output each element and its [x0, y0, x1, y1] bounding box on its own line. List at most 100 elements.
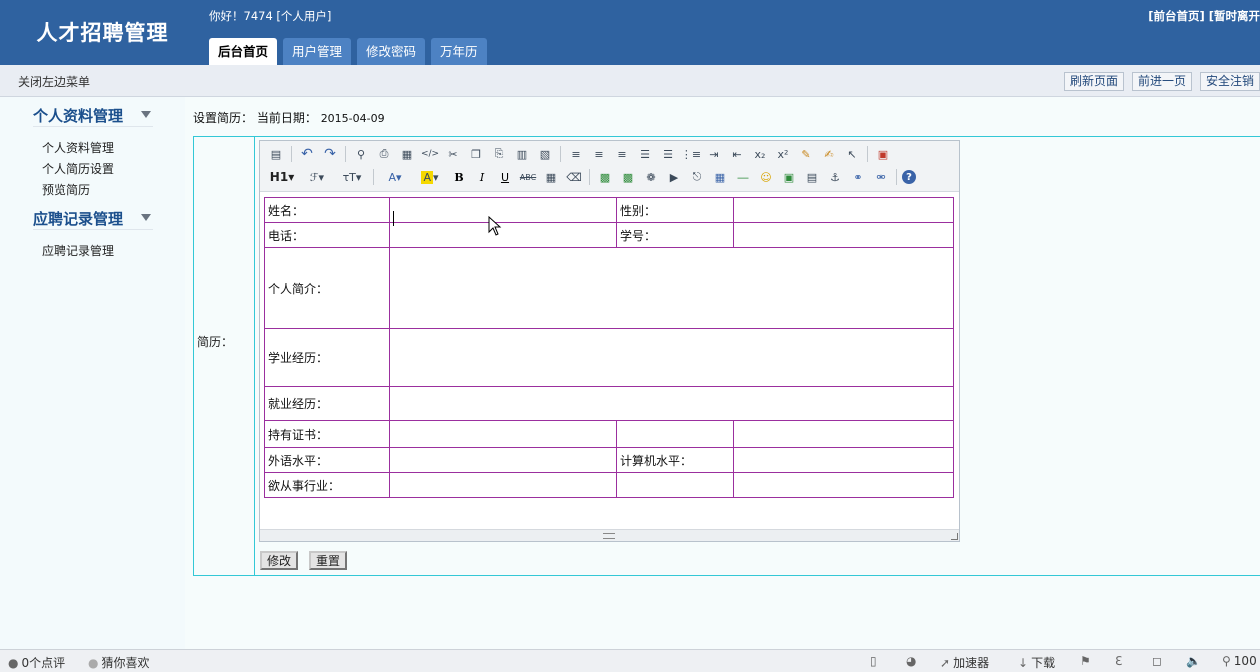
industry-cell[interactable] — [389, 472, 617, 498]
sidebar-item-preview-resume[interactable]: 预览简历 — [42, 181, 90, 198]
paste-text-icon[interactable]: ▥ — [512, 144, 532, 164]
image-icon[interactable]: ▩ — [595, 167, 615, 187]
align-center-icon[interactable]: ≡ — [589, 144, 609, 164]
reset-button[interactable]: 重置 — [309, 551, 348, 570]
paste-word-icon[interactable]: ▧ — [535, 144, 555, 164]
certificates-extra-cell-2[interactable] — [733, 420, 954, 448]
italic-icon[interactable]: I — [472, 167, 492, 187]
gender-cell[interactable] — [733, 197, 954, 223]
multi-image-icon[interactable]: ▩ — [618, 167, 638, 187]
sidebar-section-profile[interactable]: 个人资料管理 — [33, 105, 153, 127]
select-all-icon[interactable]: ↖ — [842, 144, 862, 164]
comments-button[interactable]: ● 0个点评 — [8, 654, 65, 671]
close-left-menu-link[interactable]: 关闭左边菜单 — [18, 73, 90, 90]
speed-dial-icon[interactable]: ◕ — [906, 654, 919, 668]
line-height-icon[interactable]: ▦ — [541, 167, 561, 187]
sidebar-item-profile[interactable]: 个人资料管理 — [42, 139, 114, 156]
underline-icon[interactable]: U — [495, 167, 515, 187]
outdent-icon[interactable]: ⇤ — [727, 144, 747, 164]
table-icon[interactable]: ▦ — [710, 167, 730, 187]
tab-calendar[interactable]: 万年历 — [431, 38, 487, 65]
sidebar-item-application-records[interactable]: 应聘记录管理 — [42, 242, 114, 259]
flag-icon[interactable]: ⚑ — [1080, 654, 1094, 668]
accelerator-button[interactable]: ➚ 加速器 — [940, 654, 989, 671]
help-icon[interactable]: ? — [902, 170, 916, 184]
redo-icon[interactable]: ↷ — [320, 144, 340, 164]
indent-icon[interactable]: ⇥ — [704, 144, 724, 164]
tab-user-management[interactable]: 用户管理 — [283, 38, 352, 65]
flash-icon[interactable]: ❁ — [641, 167, 661, 187]
map-icon[interactable]: ▣ — [779, 167, 799, 187]
template-icon[interactable]: ▦ — [397, 144, 417, 164]
window-icon[interactable]: ◻ — [1152, 654, 1165, 668]
code-icon[interactable]: </> — [420, 144, 440, 164]
clear-format-icon[interactable]: ✎ — [796, 144, 816, 164]
attachment-icon[interactable]: ⎋ — [687, 167, 707, 187]
comments-text: 0个点评 — [21, 656, 66, 670]
emoticon-icon[interactable]: ☺ — [756, 167, 776, 187]
ordered-list-icon[interactable]: ☰ — [658, 144, 678, 164]
download-button[interactable]: ↓ 下载 — [1018, 654, 1055, 671]
speaker-icon[interactable]: 🔈 — [1186, 654, 1204, 668]
leave-link[interactable]: [暂时离开 — [1209, 9, 1260, 23]
page-break-icon[interactable]: ▤ — [802, 167, 822, 187]
quick-format-icon[interactable]: ✍ — [819, 144, 839, 164]
remove-format-icon[interactable]: ⌫ — [564, 167, 584, 187]
source-icon[interactable]: ▤ — [266, 144, 286, 164]
fullscreen-icon[interactable]: ▣ — [873, 144, 893, 164]
heading-icon[interactable]: H1 ▾ — [266, 167, 298, 187]
font-color-icon[interactable]: A▾ — [379, 167, 411, 187]
phone-icon[interactable]: ▯ — [870, 654, 880, 668]
font-size-icon[interactable]: τT▾ — [336, 167, 368, 187]
recommend-button[interactable]: ● 猜你喜欢 — [88, 654, 150, 671]
student-id-cell[interactable] — [733, 222, 954, 248]
name-cell[interactable] — [389, 197, 617, 223]
anchor-icon[interactable]: ⚓ — [825, 167, 845, 187]
subscript-icon[interactable]: x₂ — [750, 144, 770, 164]
front-home-link[interactable]: [前台首页] — [1148, 9, 1205, 23]
logout-button[interactable]: 安全注销 — [1199, 72, 1260, 91]
unlink-icon[interactable]: ⚮ — [871, 167, 891, 187]
education-cell[interactable] — [389, 328, 954, 387]
align-right-icon[interactable]: ≡ — [612, 144, 632, 164]
intro-cell[interactable] — [389, 247, 954, 329]
undo-icon[interactable]: ↶ — [297, 144, 317, 164]
phone-cell[interactable] — [389, 222, 617, 248]
computer-cell[interactable] — [733, 447, 954, 473]
align-left-icon[interactable]: ≡ — [566, 144, 586, 164]
submit-button[interactable]: 修改 — [260, 551, 299, 570]
industry-extra-cell-2[interactable] — [733, 472, 954, 498]
zoom-control[interactable]: ⚲ 100 — [1222, 654, 1257, 668]
certificates-extra-cell[interactable] — [616, 420, 734, 448]
sidebar-section-applications[interactable]: 应聘记录管理 — [33, 208, 153, 230]
superscript-icon[interactable]: x² — [773, 144, 793, 164]
unordered-list-icon[interactable]: ⋮≡ — [681, 144, 701, 164]
tab-change-password[interactable]: 修改密码 — [357, 38, 426, 65]
refresh-page-button[interactable]: 刷新页面 — [1063, 72, 1124, 91]
link-icon[interactable]: ⚭ — [848, 167, 868, 187]
justify-icon[interactable]: ☰ — [635, 144, 655, 164]
sidebar-item-resume-settings[interactable]: 个人简历设置 — [42, 160, 114, 177]
media-icon[interactable]: ▶ — [664, 167, 684, 187]
font-family-icon[interactable]: ℱ▾ — [301, 167, 333, 187]
industry-extra-cell[interactable] — [616, 472, 734, 498]
ie-icon[interactable]: ℇ — [1115, 654, 1125, 668]
forward-page-button[interactable]: 前进一页 — [1131, 72, 1192, 91]
language-cell[interactable] — [389, 447, 617, 473]
preview-icon[interactable]: ⚲ — [351, 144, 371, 164]
resize-grip-icon[interactable] — [603, 533, 615, 539]
print-icon[interactable]: ⎙ — [374, 144, 394, 164]
editor-content-area[interactable]: 姓名： 性别： 电话： 学号： 个人简介： 学业经历： 就业经历： 持有证书： … — [260, 193, 959, 530]
resize-corner-icon[interactable] — [951, 533, 958, 540]
paste-icon[interactable]: ⎘ — [489, 144, 509, 164]
horizontal-line-icon[interactable]: ― — [733, 167, 753, 187]
computer-label: 计算机水平： — [616, 447, 734, 473]
strikethrough-icon[interactable]: ABC — [518, 167, 538, 187]
bold-icon[interactable]: B — [449, 167, 469, 187]
highlight-icon[interactable]: A ▾ — [414, 167, 446, 187]
tab-admin-home[interactable]: 后台首页 — [209, 38, 278, 65]
copy-icon[interactable]: ❐ — [466, 144, 486, 164]
cut-icon[interactable]: ✂ — [443, 144, 463, 164]
certificates-cell[interactable] — [389, 420, 617, 448]
employment-cell[interactable] — [389, 386, 954, 421]
